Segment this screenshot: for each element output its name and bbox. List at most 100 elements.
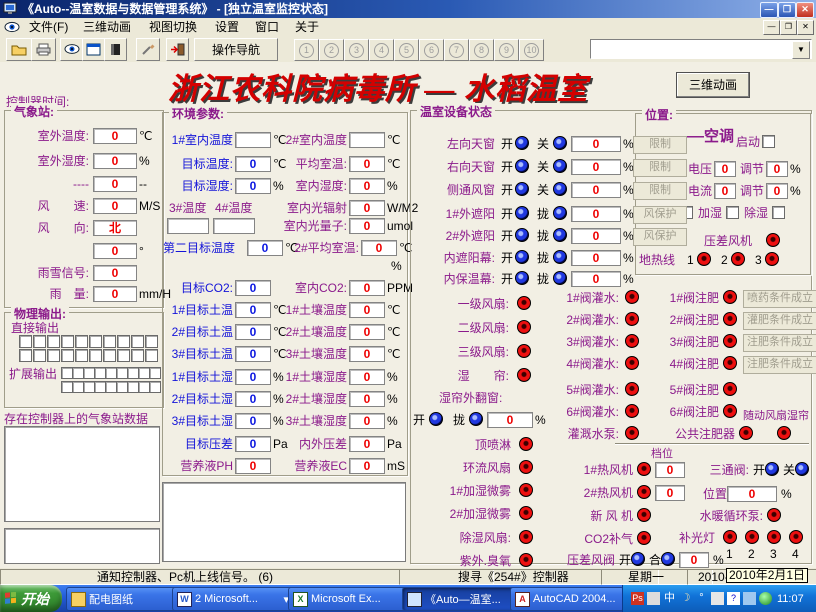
env-value[interactable]: 0 — [235, 369, 271, 385]
degree-icon[interactable]: ° — [695, 592, 708, 605]
maximize-button[interactable]: ❐ — [778, 2, 796, 18]
dropdown-arrow-icon[interactable]: ▼ — [792, 41, 810, 59]
env-value[interactable]: 0 — [349, 413, 385, 429]
open-button[interactable] — [6, 38, 32, 61]
direct-output-checkbox[interactable] — [131, 335, 144, 348]
aircon-meter-value[interactable]: 0 — [714, 183, 736, 199]
mdi-restore-button[interactable]: ❐ — [780, 20, 797, 35]
menu-item-0[interactable]: 文件(F) — [24, 19, 73, 35]
weather-row-value[interactable]: 0 — [93, 286, 137, 302]
env-value[interactable]: 0 — [235, 436, 271, 452]
direct-output-checkbox[interactable] — [19, 335, 32, 348]
env-value[interactable]: 0 — [247, 240, 283, 256]
aircon-dehumid-checkbox[interactable] — [772, 206, 785, 219]
env-value[interactable]: 0 — [349, 324, 385, 340]
weather-row-value[interactable]: 0 — [93, 128, 137, 144]
menu-item-2[interactable]: 视图切换 — [144, 19, 202, 35]
direct-output-checkbox[interactable] — [61, 349, 74, 362]
condition-button[interactable]: 喷药条件成立 — [743, 290, 816, 308]
direct-output-checkbox[interactable] — [47, 335, 60, 348]
direct-output-checkbox[interactable] — [19, 349, 32, 362]
env-value[interactable]: 0 — [349, 346, 385, 362]
direct-output-checkbox[interactable] — [103, 335, 116, 348]
weather-row-value[interactable]: 0 — [93, 176, 137, 192]
env-value[interactable]: 0 — [235, 280, 271, 296]
direct-output-checkbox[interactable] — [117, 349, 130, 362]
env-value[interactable]: 0 — [361, 240, 397, 256]
limit-button[interactable]: 风保护 — [633, 228, 687, 246]
direct-output-checkbox[interactable] — [117, 335, 130, 348]
view-button[interactable] — [60, 38, 83, 61]
direct-output-checkbox[interactable] — [33, 335, 46, 348]
mdi-close-button[interactable]: ✕ — [797, 20, 814, 35]
condition-button[interactable]: 注肥条件成立 — [743, 334, 816, 352]
weather-row-value[interactable]: 0 — [93, 198, 137, 214]
moon-icon[interactable]: ☽ — [679, 592, 692, 605]
direct-output-checkbox[interactable] — [75, 349, 88, 362]
condition-button[interactable]: 灌肥条件成立 — [743, 312, 816, 330]
controller-combobox[interactable]: ▼ — [590, 39, 812, 59]
start-button[interactable]: 开始 — [0, 585, 62, 612]
draw-button[interactable] — [136, 38, 160, 61]
preset-button-4[interactable]: 4 — [369, 39, 394, 61]
direct-output-checkbox[interactable] — [89, 349, 102, 362]
env-value[interactable]: 0 — [349, 218, 385, 234]
preset-button-3[interactable]: 3 — [344, 39, 369, 61]
printer-icon[interactable] — [711, 592, 724, 605]
condition-button[interactable]: 注肥条件成立 — [743, 356, 816, 374]
ps-icon[interactable]: Ps — [631, 592, 644, 605]
env-value[interactable]: 0 — [235, 324, 271, 340]
env-value[interactable]: 0 — [349, 302, 385, 318]
preset-button-2[interactable]: 2 — [319, 39, 344, 61]
aircon-adjust-value[interactable]: 0 — [766, 183, 788, 199]
form-button[interactable] — [82, 38, 105, 61]
direct-output-checkbox[interactable] — [75, 335, 88, 348]
menu-item-3[interactable]: 设置 — [210, 19, 244, 35]
env-value[interactable] — [349, 132, 385, 148]
menu-item-4[interactable]: 窗口 — [250, 19, 284, 35]
limit-button[interactable]: 限制 — [633, 182, 687, 200]
direct-output-checkbox[interactable] — [145, 335, 158, 348]
weather-data-listbox[interactable] — [4, 426, 160, 522]
direct-output-checkbox[interactable] — [61, 335, 74, 348]
env-value[interactable]: 0 — [235, 346, 271, 362]
taskbar-task-2[interactable]: XMicrosoft Ex... — [288, 587, 408, 611]
taskbar-task-1[interactable]: W2 Microsoft...▾ — [172, 587, 294, 611]
shutter-position-value[interactable]: 0 — [571, 136, 621, 152]
anim-3d-button[interactable]: 三维动画 — [676, 72, 750, 98]
weather-row-value[interactable]: 北 — [93, 220, 137, 236]
preset-button-7[interactable]: 7 — [444, 39, 469, 61]
mdi-minimize-button[interactable]: — — [763, 20, 780, 35]
direct-output-checkbox[interactable] — [103, 349, 116, 362]
message-listbox[interactable] — [4, 528, 160, 564]
close-button[interactable]: ✕ — [796, 2, 814, 18]
shutter-position-value[interactable]: 0 — [571, 206, 621, 222]
minimize-button[interactable]: — — [760, 2, 778, 18]
env-value[interactable]: 0 — [349, 156, 385, 172]
network-icon[interactable] — [743, 592, 756, 605]
env-value[interactable]: 0 — [235, 413, 271, 429]
env-listbox[interactable] — [162, 482, 406, 562]
shutter-position-value[interactable]: 0 — [571, 182, 621, 198]
preset-button-9[interactable]: 9 — [494, 39, 519, 61]
env-value[interactable]: 0 — [349, 200, 385, 216]
shutter-position-value[interactable]: 0 — [571, 250, 621, 266]
env-value[interactable]: 0 — [349, 436, 385, 452]
menu-item-5[interactable]: 关于 — [290, 19, 324, 35]
weather-row-value[interactable]: 0 — [93, 243, 137, 259]
env-value[interactable] — [167, 218, 209, 234]
direct-output-checkbox[interactable] — [89, 335, 102, 348]
aircon-humid-checkbox[interactable] — [726, 206, 739, 219]
env-value[interactable]: 0 — [349, 369, 385, 385]
preset-button-5[interactable]: 5 — [394, 39, 419, 61]
aircon-start-checkbox[interactable] — [762, 135, 775, 148]
shutter-position-value[interactable]: 0 — [571, 159, 621, 175]
preset-button-10[interactable]: 10 — [519, 39, 544, 61]
direct-output-checkbox[interactable] — [47, 349, 60, 362]
env-value[interactable]: 0 — [349, 391, 385, 407]
weather-row-value[interactable]: 0 — [93, 265, 137, 281]
heater-gear-value[interactable]: 0 — [655, 485, 685, 501]
preset-button-8[interactable]: 8 — [469, 39, 494, 61]
env-value[interactable]: 0 — [349, 178, 385, 194]
limit-button[interactable]: 限制 — [633, 159, 687, 177]
